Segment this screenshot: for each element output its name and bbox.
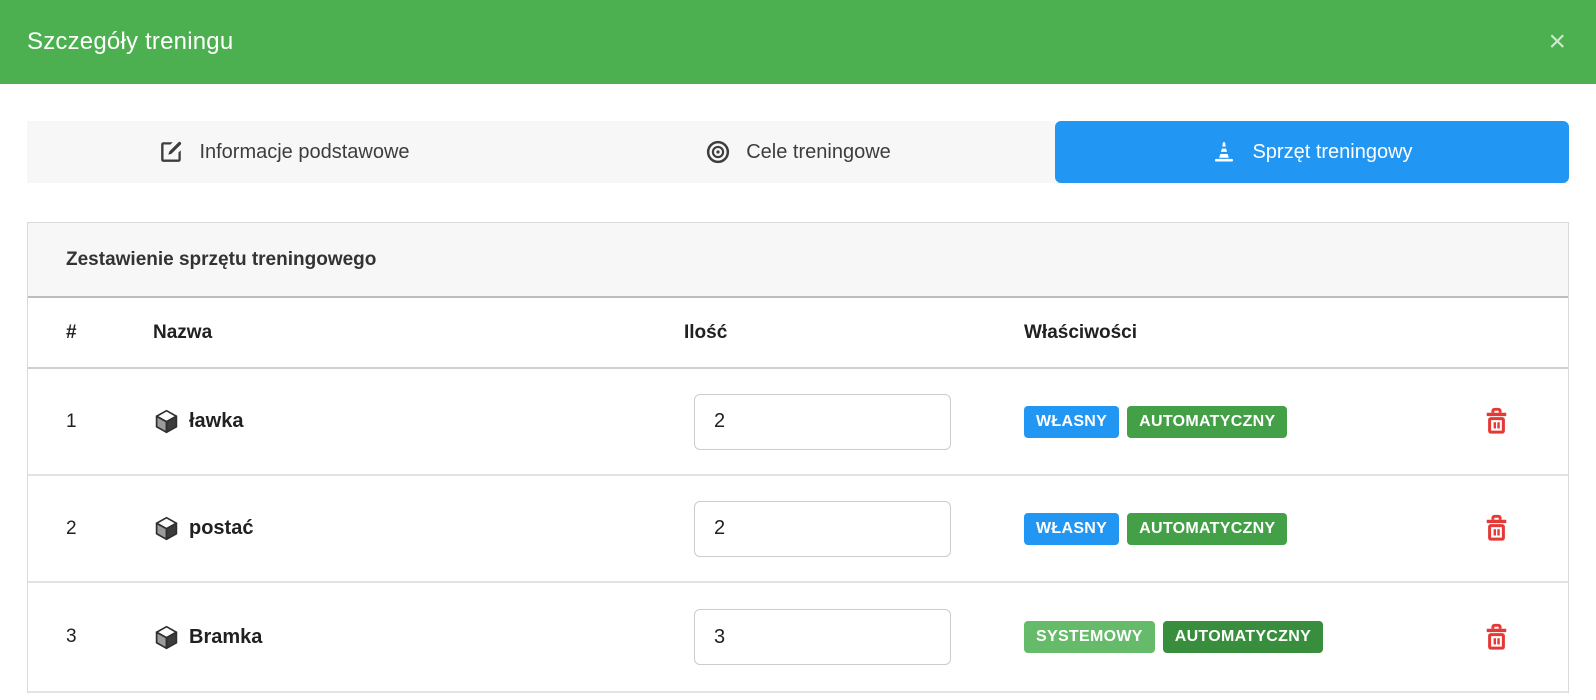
cube-icon: [153, 408, 180, 435]
traffic-cone-icon: [1211, 139, 1237, 165]
tab-cele-treningowe[interactable]: Cele treningowe: [541, 121, 1055, 183]
property-badge: AUTOMATYCZNY: [1163, 621, 1323, 653]
row-index: 1: [28, 411, 153, 433]
tab-label: Cele treningowe: [746, 141, 891, 164]
trash-icon: [1482, 514, 1511, 543]
tab-sprzet-treningowy[interactable]: Sprzęt treningowy: [1055, 121, 1569, 183]
property-badge: SYSTEMOWY: [1024, 621, 1155, 653]
table-row: 1 ławka WŁASNY AUTOMATYCZNY: [28, 369, 1568, 476]
tab-label: Informacje podstawowe: [199, 141, 409, 164]
column-header-name: Nazwa: [153, 322, 684, 344]
quantity-input[interactable]: [694, 394, 951, 450]
column-header-index: #: [28, 322, 153, 344]
modal-header: Szczegóły treningu ×: [0, 0, 1596, 84]
delete-button[interactable]: [1480, 621, 1513, 654]
table-header-row: # Nazwa Ilość Właściwości: [28, 298, 1568, 369]
tab-informacje-podstawowe[interactable]: Informacje podstawowe: [27, 121, 541, 183]
row-index: 2: [28, 518, 153, 540]
trash-icon: [1482, 407, 1511, 436]
table-row: 2 postać WŁASNY AUTOMATYCZNY: [28, 476, 1568, 583]
column-header-quantity: Ilość: [684, 322, 1024, 344]
modal-body: Informacje podstawowe Cele treningowe Sp…: [0, 84, 1596, 693]
cube-icon: [153, 515, 180, 542]
equipment-name: ławka: [189, 410, 243, 433]
cube-icon: [153, 624, 180, 651]
property-badge: AUTOMATYCZNY: [1127, 513, 1287, 545]
tab-label: Sprzęt treningowy: [1252, 141, 1412, 164]
column-header-properties: Właściwości: [1024, 322, 1424, 344]
modal-title: Szczegóły treningu: [27, 28, 233, 56]
tab-bar: Informacje podstawowe Cele treningowe Sp…: [27, 121, 1569, 183]
equipment-card: Zestawienie sprzętu treningowego # Nazwa…: [27, 222, 1569, 693]
equipment-name: postać: [189, 517, 253, 540]
quantity-input[interactable]: [694, 501, 951, 557]
row-index: 3: [28, 626, 153, 648]
quantity-input[interactable]: [694, 609, 951, 665]
card-title-bar: Zestawienie sprzętu treningowego: [28, 223, 1568, 298]
delete-button[interactable]: [1480, 405, 1513, 438]
card-title: Zestawienie sprzętu treningowego: [66, 249, 376, 271]
table-row: 3 Bramka SYSTEMOWY AUTOMATYCZNY: [28, 583, 1568, 693]
property-badge: WŁASNY: [1024, 406, 1119, 438]
delete-button[interactable]: [1480, 512, 1513, 545]
trash-icon: [1482, 623, 1511, 652]
equipment-name: Bramka: [189, 626, 262, 649]
target-icon: [705, 139, 731, 165]
close-icon[interactable]: ×: [1548, 27, 1566, 57]
property-badge: WŁASNY: [1024, 513, 1119, 545]
edit-icon: [158, 139, 184, 165]
property-badge: AUTOMATYCZNY: [1127, 406, 1287, 438]
